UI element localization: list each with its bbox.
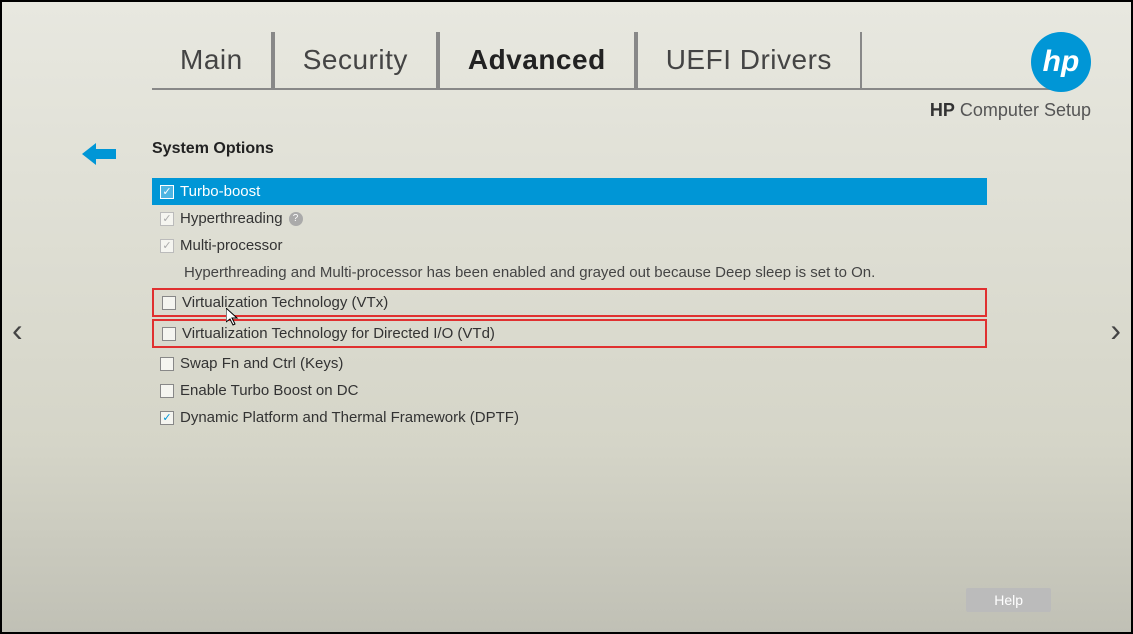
checkbox-icon: ✓: [160, 185, 174, 199]
checkbox-icon: [162, 296, 176, 310]
info-text: Hyperthreading and Multi-processor has b…: [152, 259, 987, 286]
tab-main[interactable]: Main: [152, 32, 273, 88]
option-hyperthreading[interactable]: ✓ Hyperthreading ?: [152, 205, 987, 232]
option-label: Hyperthreading: [180, 210, 283, 227]
hp-logo-icon: hp: [1031, 32, 1091, 92]
tab-advanced[interactable]: Advanced: [438, 32, 636, 88]
option-turbo-dc[interactable]: Enable Turbo Boost on DC: [152, 377, 987, 404]
option-label: Virtualization Technology for Directed I…: [182, 325, 495, 342]
checkbox-icon: [160, 384, 174, 398]
option-swap-fn[interactable]: Swap Fn and Ctrl (Keys): [152, 350, 987, 377]
option-vtx[interactable]: Virtualization Technology (VTx): [154, 290, 985, 315]
nav-left-icon[interactable]: ‹: [12, 312, 23, 349]
help-button[interactable]: Help: [966, 588, 1051, 612]
options-list: ✓ Turbo-boost ✓ Hyperthreading ? ✓ Multi…: [152, 178, 987, 431]
back-arrow-icon[interactable]: [82, 140, 116, 172]
option-vtd[interactable]: Virtualization Technology for Directed I…: [154, 321, 985, 346]
checkbox-icon: [160, 357, 174, 371]
option-label: Dynamic Platform and Thermal Framework (…: [180, 409, 519, 426]
option-label: Virtualization Technology (VTx): [182, 294, 388, 311]
highlight-vtd: Virtualization Technology for Directed I…: [152, 319, 987, 348]
option-label: Swap Fn and Ctrl (Keys): [180, 355, 343, 372]
nav-right-icon[interactable]: ›: [1110, 312, 1121, 349]
option-label: Enable Turbo Boost on DC: [180, 382, 358, 399]
option-label: Multi-processor: [180, 237, 283, 254]
option-turbo-boost[interactable]: ✓ Turbo-boost: [152, 178, 987, 205]
checkbox-icon: ✓: [160, 239, 174, 253]
option-multi-processor[interactable]: ✓ Multi-processor: [152, 232, 987, 259]
checkbox-icon: ✓: [160, 411, 174, 425]
help-icon[interactable]: ?: [289, 212, 303, 226]
checkbox-icon: ✓: [160, 212, 174, 226]
tab-uefi-drivers[interactable]: UEFI Drivers: [636, 32, 862, 88]
checkbox-icon: [162, 327, 176, 341]
option-label: Turbo-boost: [180, 183, 260, 200]
highlight-vtx: Virtualization Technology (VTx): [152, 288, 987, 317]
tab-security[interactable]: Security: [273, 32, 438, 88]
option-dptf[interactable]: ✓ Dynamic Platform and Thermal Framework…: [152, 404, 987, 431]
section-title: System Options: [152, 140, 1091, 158]
